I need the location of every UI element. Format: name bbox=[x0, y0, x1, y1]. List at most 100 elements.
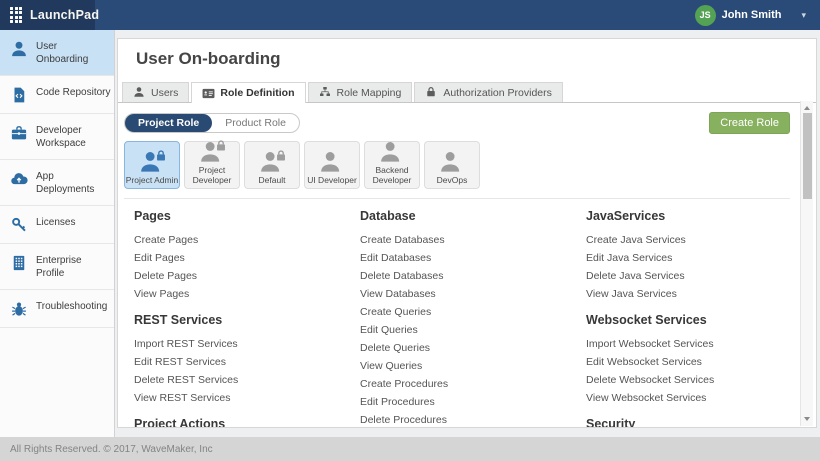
person-icon bbox=[318, 150, 346, 173]
person-icon bbox=[438, 150, 466, 173]
footer: All Rights Reserved. © 2017, WaveMaker, … bbox=[0, 437, 820, 461]
avatar: JS bbox=[695, 5, 716, 26]
top-header: LaunchPad JS John Smith ▾ bbox=[0, 0, 820, 30]
permission-item: Edit Databases bbox=[360, 249, 586, 267]
role-card-project-developer[interactable]: Project Developer bbox=[184, 141, 240, 189]
permissions-column-1: Pages Create Pages Edit Pages Delete Pag… bbox=[134, 199, 360, 428]
section-heading: REST Services bbox=[134, 313, 360, 327]
building-icon bbox=[10, 254, 28, 272]
permission-item: Delete Queries bbox=[360, 339, 586, 357]
app-logo[interactable]: LaunchPad bbox=[0, 0, 95, 30]
section-heading: Pages bbox=[134, 209, 360, 223]
permission-item: Edit Pages bbox=[134, 249, 360, 267]
lock-icon bbox=[425, 86, 438, 99]
permission-item: Create Java Services bbox=[586, 231, 812, 249]
create-role-button[interactable]: Create Role bbox=[709, 112, 790, 134]
tab-bar: Users Role Definition Role Mapping Autho… bbox=[118, 82, 816, 103]
scroll-down-icon[interactable] bbox=[801, 415, 813, 425]
apps-grid-icon[interactable] bbox=[10, 7, 22, 24]
main-area: User On-boarding Users Role Definition R… bbox=[115, 30, 820, 437]
sidebar-item-licenses[interactable]: Licenses bbox=[0, 206, 114, 244]
permission-item: Delete Pages bbox=[134, 267, 360, 285]
tab-label: Authorization Providers bbox=[443, 87, 552, 99]
vertical-scrollbar[interactable] bbox=[800, 101, 813, 426]
sidebar-item-developer-workspace[interactable]: Developer Workspace bbox=[0, 114, 114, 160]
role-card-label: DevOps bbox=[437, 176, 468, 186]
permission-item: View Java Services bbox=[586, 285, 812, 303]
tab-role-definition[interactable]: Role Definition bbox=[191, 82, 305, 103]
section-heading: Websocket Services bbox=[586, 313, 812, 327]
role-card-label: UI Developer bbox=[307, 176, 357, 186]
permission-item: View Queries bbox=[360, 357, 586, 375]
permission-item: Create Databases bbox=[360, 231, 586, 249]
permissions-column-3: JavaServices Create Java Services Edit J… bbox=[586, 199, 812, 428]
tab-label: Users bbox=[151, 87, 178, 99]
toggle-product-role[interactable]: Product Role bbox=[212, 114, 299, 132]
sidebar-item-label: Developer Workspace bbox=[36, 123, 112, 150]
sidebar: User Onboarding Code Repository Develope… bbox=[0, 30, 115, 437]
sidebar-item-label: Enterprise Profile bbox=[36, 253, 112, 280]
permission-item: View Databases bbox=[360, 285, 586, 303]
user-icon bbox=[133, 86, 146, 99]
cloud-upload-icon bbox=[10, 170, 28, 188]
key-icon bbox=[10, 216, 28, 234]
section-heading: Project Actions bbox=[134, 417, 360, 428]
sidebar-item-enterprise-profile[interactable]: Enterprise Profile bbox=[0, 244, 114, 290]
tab-label: Role Definition bbox=[220, 87, 294, 99]
permission-item: View Websocket Services bbox=[586, 389, 812, 407]
permission-item: Delete Databases bbox=[360, 267, 586, 285]
bug-icon bbox=[10, 300, 28, 318]
role-card-ui-developer[interactable]: UI Developer bbox=[304, 141, 360, 189]
tab-authorization-providers[interactable]: Authorization Providers bbox=[414, 82, 563, 102]
copyright-text: All Rights Reserved. © 2017, WaveMaker, … bbox=[10, 444, 213, 455]
scroll-up-icon[interactable] bbox=[801, 102, 813, 112]
permission-item: View Pages bbox=[134, 285, 360, 303]
permission-item: Edit REST Services bbox=[134, 353, 360, 371]
permission-item: Import REST Services bbox=[134, 335, 360, 353]
briefcase-icon bbox=[10, 124, 28, 142]
sidebar-item-troubleshooting[interactable]: Troubleshooting bbox=[0, 290, 114, 328]
id-card-icon bbox=[202, 87, 215, 100]
sidebar-item-label: Troubleshooting bbox=[36, 299, 107, 313]
permission-item: Edit Websocket Services bbox=[586, 353, 812, 371]
permissions-column-2: Database Create Databases Edit Databases… bbox=[360, 199, 586, 428]
sidebar-item-label: Licenses bbox=[36, 215, 75, 229]
permission-item: Import Websocket Services bbox=[586, 335, 812, 353]
username: John Smith bbox=[722, 9, 782, 21]
toolbar: Project Role Product Role Create Role bbox=[124, 111, 790, 135]
role-card-label: Default bbox=[259, 176, 286, 186]
sitemap-icon bbox=[319, 86, 332, 99]
sidebar-item-label: User Onboarding bbox=[36, 39, 112, 66]
permission-item: Create Procedures bbox=[360, 375, 586, 393]
sidebar-item-code-repository[interactable]: Code Repository bbox=[0, 76, 114, 114]
page-title: User On-boarding bbox=[136, 49, 816, 69]
sidebar-item-app-deployments[interactable]: App Deployments bbox=[0, 160, 114, 206]
role-card-backend-developer[interactable]: Backend Developer bbox=[364, 141, 420, 189]
user-menu[interactable]: JS John Smith ▾ bbox=[695, 5, 820, 26]
permission-item: Edit Procedures bbox=[360, 393, 586, 411]
permission-item: Create Pages bbox=[134, 231, 360, 249]
toggle-project-role[interactable]: Project Role bbox=[125, 114, 212, 132]
tab-label: Role Mapping bbox=[337, 87, 402, 99]
content-panel: User On-boarding Users Role Definition R… bbox=[117, 38, 817, 428]
permissions-list: Pages Create Pages Edit Pages Delete Pag… bbox=[124, 199, 790, 428]
role-type-toggle: Project Role Product Role bbox=[124, 113, 300, 133]
person-lock-icon bbox=[138, 150, 166, 173]
role-card-project-admin[interactable]: Project Admin bbox=[124, 141, 180, 189]
person-lock-icon bbox=[258, 150, 286, 173]
tab-role-mapping[interactable]: Role Mapping bbox=[308, 82, 413, 102]
scrollbar-thumb[interactable] bbox=[803, 113, 812, 199]
person-icon bbox=[378, 140, 406, 163]
user-icon bbox=[10, 40, 28, 58]
permission-item: Delete Java Services bbox=[586, 267, 812, 285]
role-definition-pane: Project Role Product Role Create Role Pr… bbox=[118, 103, 816, 428]
role-card-label: Backend Developer bbox=[365, 166, 419, 185]
role-card-default[interactable]: Default bbox=[244, 141, 300, 189]
chevron-down-icon: ▾ bbox=[801, 10, 806, 21]
role-card-devops[interactable]: DevOps bbox=[424, 141, 480, 189]
sidebar-item-user-onboarding[interactable]: User Onboarding bbox=[0, 30, 114, 76]
tab-users[interactable]: Users bbox=[122, 82, 189, 102]
role-card-label: Project Developer bbox=[185, 166, 239, 185]
code-file-icon bbox=[10, 86, 28, 104]
permission-item: Edit Queries bbox=[360, 321, 586, 339]
